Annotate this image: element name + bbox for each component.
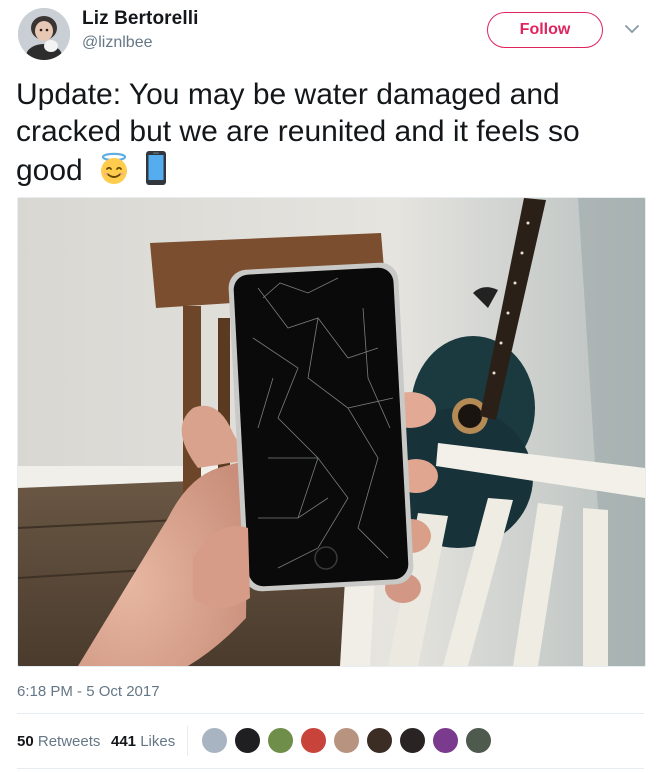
likes-label: Likes: [140, 733, 176, 750]
likes-count: 441: [111, 733, 137, 750]
liker-avatar[interactable]: [267, 727, 294, 754]
retweets-label: Retweets: [37, 733, 101, 750]
liker-avatar[interactable]: [465, 727, 492, 754]
liker-avatar[interactable]: [201, 727, 228, 754]
liker-avatar[interactable]: [399, 727, 426, 754]
cracked-phone-photo[interactable]: [17, 197, 646, 667]
mobile-phone-icon: [145, 150, 167, 195]
display-name[interactable]: Liz Bertorelli: [82, 8, 198, 30]
divider: [17, 768, 644, 769]
retweets-stat[interactable]: 50 Retweets: [17, 733, 100, 750]
liker-avatar[interactable]: [300, 727, 327, 754]
tweet-text: Update: You may be water damaged and cra…: [16, 76, 646, 195]
smiling-face-with-halo-icon: [97, 152, 131, 195]
divider: [17, 713, 644, 714]
liker-avatar[interactable]: [366, 727, 393, 754]
tweet-timestamp[interactable]: 6:18 PM - 5 Oct 2017: [17, 683, 160, 700]
liker-avatar[interactable]: [234, 727, 261, 754]
retweets-count: 50: [17, 733, 34, 750]
liker-avatar[interactable]: [432, 727, 459, 754]
avatar[interactable]: [18, 8, 70, 60]
liker-avatar[interactable]: [333, 727, 360, 754]
follow-button[interactable]: Follow: [487, 12, 603, 48]
user-handle[interactable]: @liznlbee: [82, 34, 153, 52]
likes-stat[interactable]: 441 Likes: [111, 733, 175, 750]
chevron-down-icon[interactable]: [624, 22, 640, 36]
stats-divider: [187, 726, 188, 756]
